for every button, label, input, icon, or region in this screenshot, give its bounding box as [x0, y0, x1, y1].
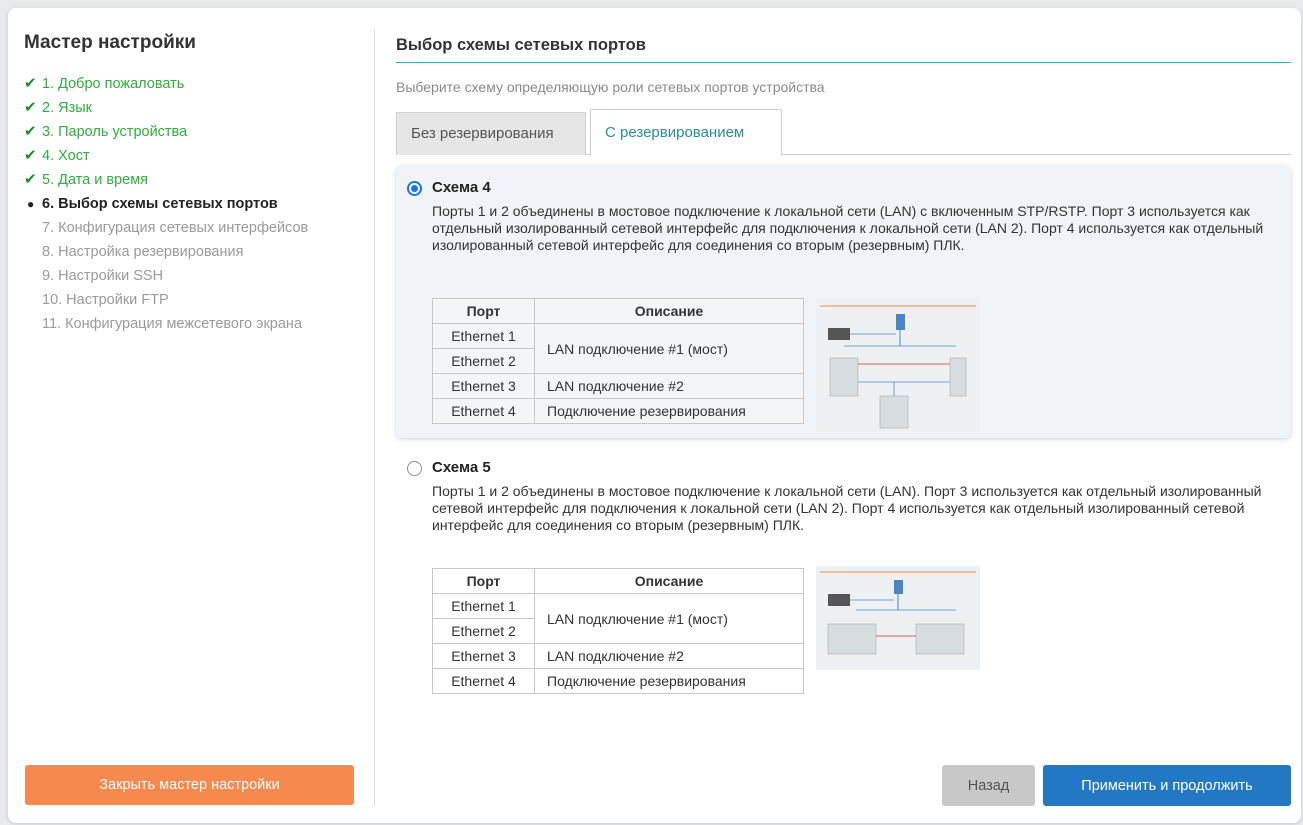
setup-wizard-window: Мастер настройки ✔ 1. Добро пожаловать ✔… [8, 8, 1301, 823]
port-cell: Ethernet 4 [432, 668, 535, 694]
description-cell: LAN подключение #2 [534, 373, 804, 399]
back-button[interactable]: Назад [942, 765, 1035, 806]
checkmark-icon: ✔ [24, 99, 37, 116]
apply-continue-button[interactable]: Применить и продолжить [1043, 765, 1291, 806]
description-cell: LAN подключение #1 (мост) [534, 323, 804, 374]
checkmark-icon: ✔ [24, 75, 37, 92]
scheme-4-card[interactable]: Схема 4 Порты 1 и 2 объединены в мостово… [396, 166, 1291, 438]
step-device-password[interactable]: ✔ 3. Пароль устройства [24, 120, 308, 144]
port-cell: Ethernet 2 [432, 348, 535, 374]
port-table: Порт Описание Ethernet 1 LAN подключение… [432, 568, 804, 694]
title-divider [396, 62, 1291, 63]
step-ssh: 9. Настройки SSH [24, 264, 308, 288]
table-row: Ethernet 4 Подключение резервирования [432, 398, 804, 424]
scheme-tabs: Без резервирования С резервированием [396, 109, 1291, 156]
step-redundancy: 8. Настройка резервирования [24, 240, 308, 264]
step-label: 8. Настройка резервирования [42, 244, 244, 260]
table-row: Ethernet 1 LAN подключение #1 (мост) [432, 593, 804, 644]
step-date-time[interactable]: ✔ 5. Дата и время [24, 168, 308, 192]
description-column-header: Описание [534, 298, 804, 324]
step-label: 9. Настройки SSH [42, 268, 164, 284]
scheme-4-radio[interactable] [407, 181, 422, 196]
port-column-header: Порт [432, 298, 535, 324]
scheme-4-network-diagram [816, 298, 980, 432]
description-cell: LAN подключение #1 (мост) [534, 593, 804, 644]
step-label: 1. Добро пожаловать [42, 76, 185, 92]
description-column-header: Описание [534, 568, 804, 594]
port-cell: Ethernet 1 [432, 593, 535, 619]
wizard-steps: ✔ 1. Добро пожаловать ✔ 2. Язык ✔ 3. Пар… [24, 72, 308, 336]
step-label: 6. Выбор схемы сетевых портов [42, 196, 278, 212]
scheme-5-radio[interactable] [407, 461, 422, 476]
description-cell: Подключение резервирования [534, 398, 804, 424]
port-cell: Ethernet 1 [432, 323, 535, 349]
tab-no-redundancy[interactable]: Без резервирования [396, 112, 586, 155]
close-wizard-button[interactable]: Закрыть мастер настройки [25, 765, 354, 805]
port-cell: Ethernet 2 [432, 618, 535, 644]
step-label: 7. Конфигурация сетевых интерфейсов [42, 220, 309, 236]
scheme-5-network-diagram [816, 566, 980, 670]
sidebar-divider [374, 30, 375, 806]
main-panel: Выбор схемы сетевых портов Выберите схем… [396, 8, 1291, 823]
checkmark-icon: ✔ [24, 147, 37, 164]
scheme-5-card[interactable]: Схема 5 Порты 1 и 2 объединены в мостово… [396, 446, 1291, 696]
step-language[interactable]: ✔ 2. Язык [24, 96, 308, 120]
step-label: 10. Настройки FTP [42, 292, 169, 308]
description-cell: Подключение резервирования [534, 668, 804, 694]
description-cell: LAN подключение #2 [534, 643, 804, 669]
page-title: Выбор схемы сетевых портов [396, 36, 646, 54]
port-table: Порт Описание Ethernet 1 LAN подключение… [432, 298, 804, 424]
step-label: 5. Дата и время [42, 172, 149, 188]
scheme-name: Схема 5 [432, 459, 491, 476]
step-label: 3. Пароль устройства [42, 124, 188, 140]
scheme-name: Схема 4 [432, 179, 491, 196]
port-cell: Ethernet 3 [432, 373, 535, 399]
table-row: Ethernet 3 LAN подключение #2 [432, 643, 804, 669]
step-label: 4. Хост [42, 148, 90, 164]
checkmark-icon: ✔ [24, 123, 37, 140]
port-column-header: Порт [432, 568, 535, 594]
step-network-interfaces: 7. Конфигурация сетевых интерфейсов [24, 216, 308, 240]
port-cell: Ethernet 3 [432, 643, 535, 669]
step-port-scheme[interactable]: ● 6. Выбор схемы сетевых портов [24, 192, 308, 216]
scheme-description: Порты 1 и 2 объединены в мостовое подклю… [432, 483, 1262, 533]
scheme-description: Порты 1 и 2 объединены в мостовое подклю… [432, 203, 1264, 253]
bullet-icon: ● [27, 197, 35, 211]
step-ftp: 10. Настройки FTP [24, 288, 308, 312]
step-label: 2. Язык [42, 100, 93, 116]
port-cell: Ethernet 4 [432, 398, 535, 424]
checkmark-icon: ✔ [24, 171, 37, 188]
tab-with-redundancy[interactable]: С резервированием [590, 109, 782, 156]
table-row: Ethernet 1 LAN подключение #1 (мост) [432, 323, 804, 374]
page-subtitle: Выберите схему определяющую роли сетевых… [396, 79, 825, 95]
step-firewall: 11. Конфигурация межсетевого экрана [24, 312, 308, 336]
table-row: Ethernet 4 Подключение резервирования [432, 668, 804, 694]
step-host[interactable]: ✔ 4. Хост [24, 144, 308, 168]
table-row: Ethernet 3 LAN подключение #2 [432, 373, 804, 399]
step-label: 11. Конфигурация межсетевого экрана [42, 316, 303, 332]
step-welcome[interactable]: ✔ 1. Добро пожаловать [24, 72, 308, 96]
sidebar-title: Мастер настройки [24, 32, 196, 53]
wizard-sidebar: Мастер настройки ✔ 1. Добро пожаловать ✔… [8, 8, 374, 823]
